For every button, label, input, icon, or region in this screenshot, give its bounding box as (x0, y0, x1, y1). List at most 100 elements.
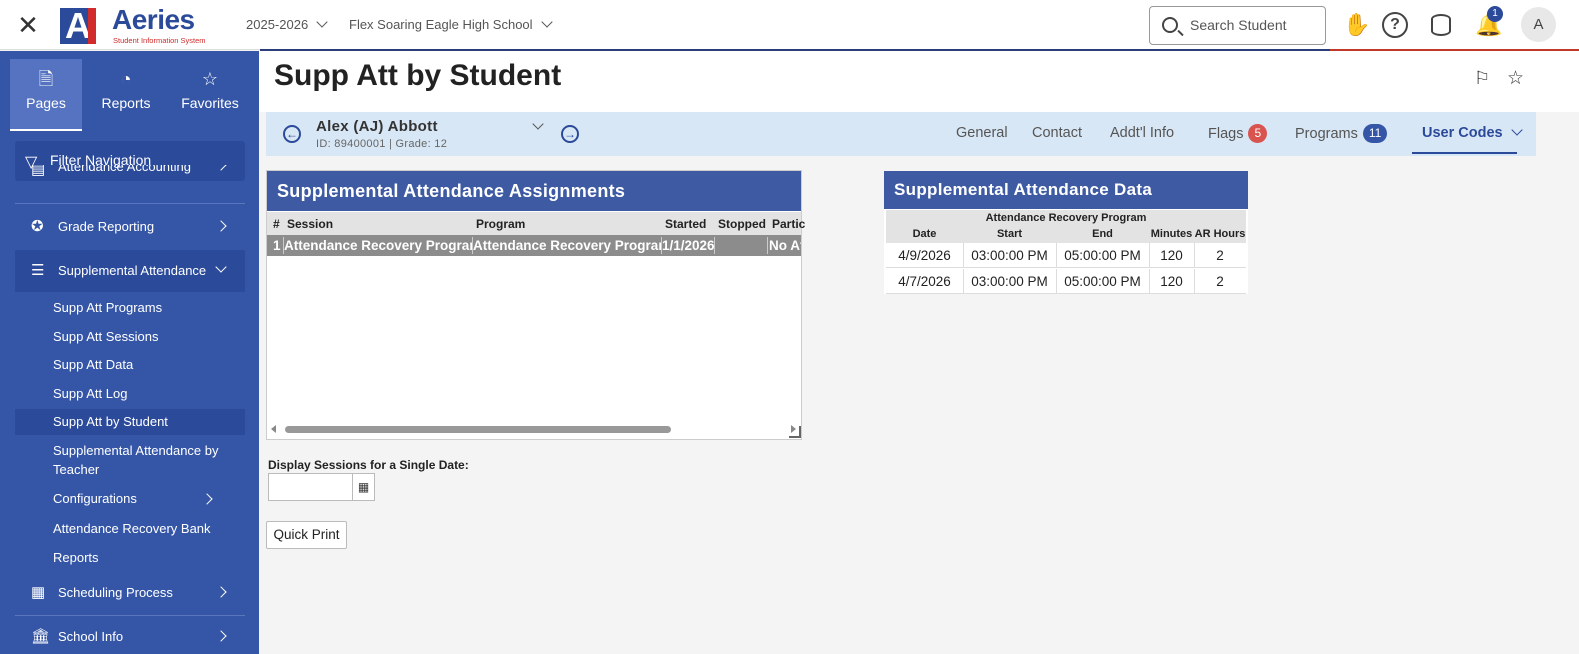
col-started: Started (665, 217, 707, 231)
chevron-right-icon (215, 630, 227, 642)
col-minutes: Minutes (1150, 228, 1193, 240)
col-number: # (273, 217, 280, 231)
tab-general[interactable]: General (956, 125, 1008, 141)
student-bar: ← Alex (AJ) Abbott ID: 89400001 | Grade:… (266, 112, 1536, 156)
cell-minutes: 120 (1160, 274, 1183, 289)
table-row[interactable]: 4/9/2026 03:00:00 PM 05:00:00 PM 120 2 (886, 243, 1246, 268)
sidebar-item-label: Scheduling Process (58, 585, 173, 600)
year-selector[interactable]: 2025-2026 (246, 16, 328, 32)
aeries-logo[interactable]: A Aeries Student Information System (60, 4, 220, 46)
tab-user-codes[interactable]: User Codes (1412, 124, 1523, 154)
cell-minutes: 120 (1160, 248, 1183, 263)
sidebar-item-school-info[interactable]: 🏛 School Info (15, 616, 245, 654)
cell-end: 05:00:00 PM (1064, 248, 1141, 263)
row-session: Attendance Recovery Program (284, 238, 472, 253)
cell-start: 03:00:00 PM (971, 274, 1048, 289)
sidebar-tabs: 🗎 Pages ◔ Reports ☆ Favorites (10, 59, 250, 131)
tab-label: Programs (1295, 126, 1358, 142)
sidebar-sub-configurations[interactable]: Configurations (53, 489, 233, 508)
help-icon[interactable]: ? (1382, 12, 1408, 38)
tab-contact[interactable]: Contact (1032, 125, 1082, 141)
logo-mark: A (60, 8, 96, 44)
sidebar-item-attendance-accounting[interactable]: ▤ Attendance Accounting (15, 165, 245, 187)
page-title: Supp Att by Student (274, 59, 562, 92)
chevron-down-icon[interactable] (532, 118, 544, 130)
chevron-down-icon (215, 261, 227, 273)
tab-reports[interactable]: ◔ Reports (90, 59, 162, 131)
sidebar-item-grade-reporting[interactable]: ✪ Grade Reporting (15, 206, 245, 248)
col-session: Session (287, 217, 334, 231)
chevron-right-icon (215, 586, 227, 598)
tab-pages[interactable]: 🗎 Pages (10, 59, 82, 131)
cell-start: 03:00:00 PM (971, 248, 1048, 263)
pie-chart-icon: ◔ (120, 69, 132, 89)
col-stopped: Stopped (718, 217, 766, 231)
cell-date: 4/9/2026 (898, 248, 951, 263)
horizontal-scrollbar[interactable] (285, 426, 671, 433)
sidebar-sub-attendance-recovery-bank[interactable]: Attendance Recovery Bank (53, 519, 233, 538)
single-date-input[interactable] (268, 473, 353, 501)
chevron-right-icon (215, 165, 227, 171)
sidebar: 🗎 Pages ◔ Reports ☆ Favorites ▽ Filter N… (0, 51, 259, 654)
tab-label: Flags (1208, 126, 1244, 142)
row-program: Attendance Recovery Program (473, 238, 661, 253)
calendar-icon: ▦ (31, 584, 46, 601)
search-input[interactable] (1190, 15, 1320, 35)
calculator-icon: ▤ (31, 165, 46, 178)
scroll-left-arrow[interactable] (271, 425, 276, 433)
tab-programs[interactable]: Programs 11 (1295, 124, 1388, 144)
col-ar-hours: AR Hours (1194, 228, 1246, 240)
next-student-icon[interactable]: → (561, 125, 579, 143)
student-name[interactable]: Alex (AJ) Abbott (316, 118, 438, 135)
tab-label: Reports (101, 95, 151, 111)
sidebar-sub-label: Configurations (53, 491, 137, 506)
sidebar-item-label: Attendance Accounting (58, 165, 191, 174)
sidebar-sub-supp-att-by-teacher[interactable]: Supplemental Attendance by Teacher (53, 441, 233, 479)
col-program: Program (476, 217, 526, 231)
assignments-title: Supplemental Attendance Assignments (267, 171, 801, 211)
favorite-star-icon[interactable]: ☆ (1507, 67, 1524, 90)
col-date: Date (912, 228, 937, 240)
table-row[interactable]: 1 Attendance Recovery Program Attendance… (267, 235, 801, 256)
sidebar-item-supplemental-attendance[interactable]: ☰ Supplemental Attendance (15, 250, 245, 292)
badge-check-icon: ✪ (31, 218, 44, 235)
calendar-icon[interactable]: ▦ (352, 473, 375, 501)
tab-favorites[interactable]: ☆ Favorites (172, 59, 248, 131)
sidebar-sub-supp-att-by-student[interactable]: Supp Att by Student (15, 409, 245, 435)
school-selector[interactable]: Flex Soaring Eagle High School (349, 16, 553, 32)
single-date-label: Display Sessions for a Single Date: (268, 458, 469, 472)
quick-print-button[interactable]: Quick Print (266, 521, 347, 549)
avatar[interactable]: A (1521, 7, 1556, 42)
cell-hours: 2 (1216, 274, 1224, 289)
sidebar-sub-supp-att-programs[interactable]: Supp Att Programs (53, 298, 233, 317)
tab-flags[interactable]: Flags 5 (1208, 124, 1268, 144)
database-icon[interactable] (1431, 14, 1451, 36)
tab-addtl-info[interactable]: Addt'l Info (1110, 125, 1174, 141)
row-partic: No At (769, 238, 801, 253)
hand-info-icon[interactable]: ✋ (1343, 12, 1370, 38)
table-row[interactable]: 4/7/2026 03:00:00 PM 05:00:00 PM 120 2 (886, 269, 1246, 294)
row-number: 1 (273, 238, 281, 253)
sidebar-sub-supp-att-log[interactable]: Supp Att Log (53, 384, 233, 403)
tab-label: User Codes (1422, 125, 1503, 141)
sidebar-item-label: School Info (58, 629, 124, 644)
resize-handle[interactable] (789, 426, 801, 438)
assignments-panel: Supplemental Attendance Assignments # Se… (266, 170, 805, 440)
search-student-box[interactable] (1149, 6, 1326, 45)
sidebar-sub-supp-att-sessions[interactable]: Supp Att Sessions (53, 327, 233, 346)
page-icon: 🗎 (38, 69, 54, 89)
sidebar-sub-reports[interactable]: Reports (53, 548, 233, 567)
chevron-down-icon (540, 16, 553, 28)
chevron-down-icon (316, 16, 328, 28)
building-icon: 🏛 (31, 628, 51, 645)
close-icon[interactable]: ✕ (14, 12, 42, 40)
sidebar-sub-supp-att-data[interactable]: Supp Att Data (53, 355, 233, 374)
attendance-data-panel: Supplemental Attendance Data Attendance … (884, 171, 1248, 294)
flag-icon[interactable]: ⚐ (1474, 68, 1490, 89)
star-icon: ☆ (201, 69, 219, 89)
sidebar-item-scheduling-process[interactable]: ▦ Scheduling Process (15, 572, 245, 614)
list-check-icon: ☰ (31, 262, 45, 279)
previous-student-icon[interactable]: ← (283, 125, 301, 143)
chevron-right-icon (215, 220, 227, 232)
col-end: End (1092, 228, 1113, 240)
